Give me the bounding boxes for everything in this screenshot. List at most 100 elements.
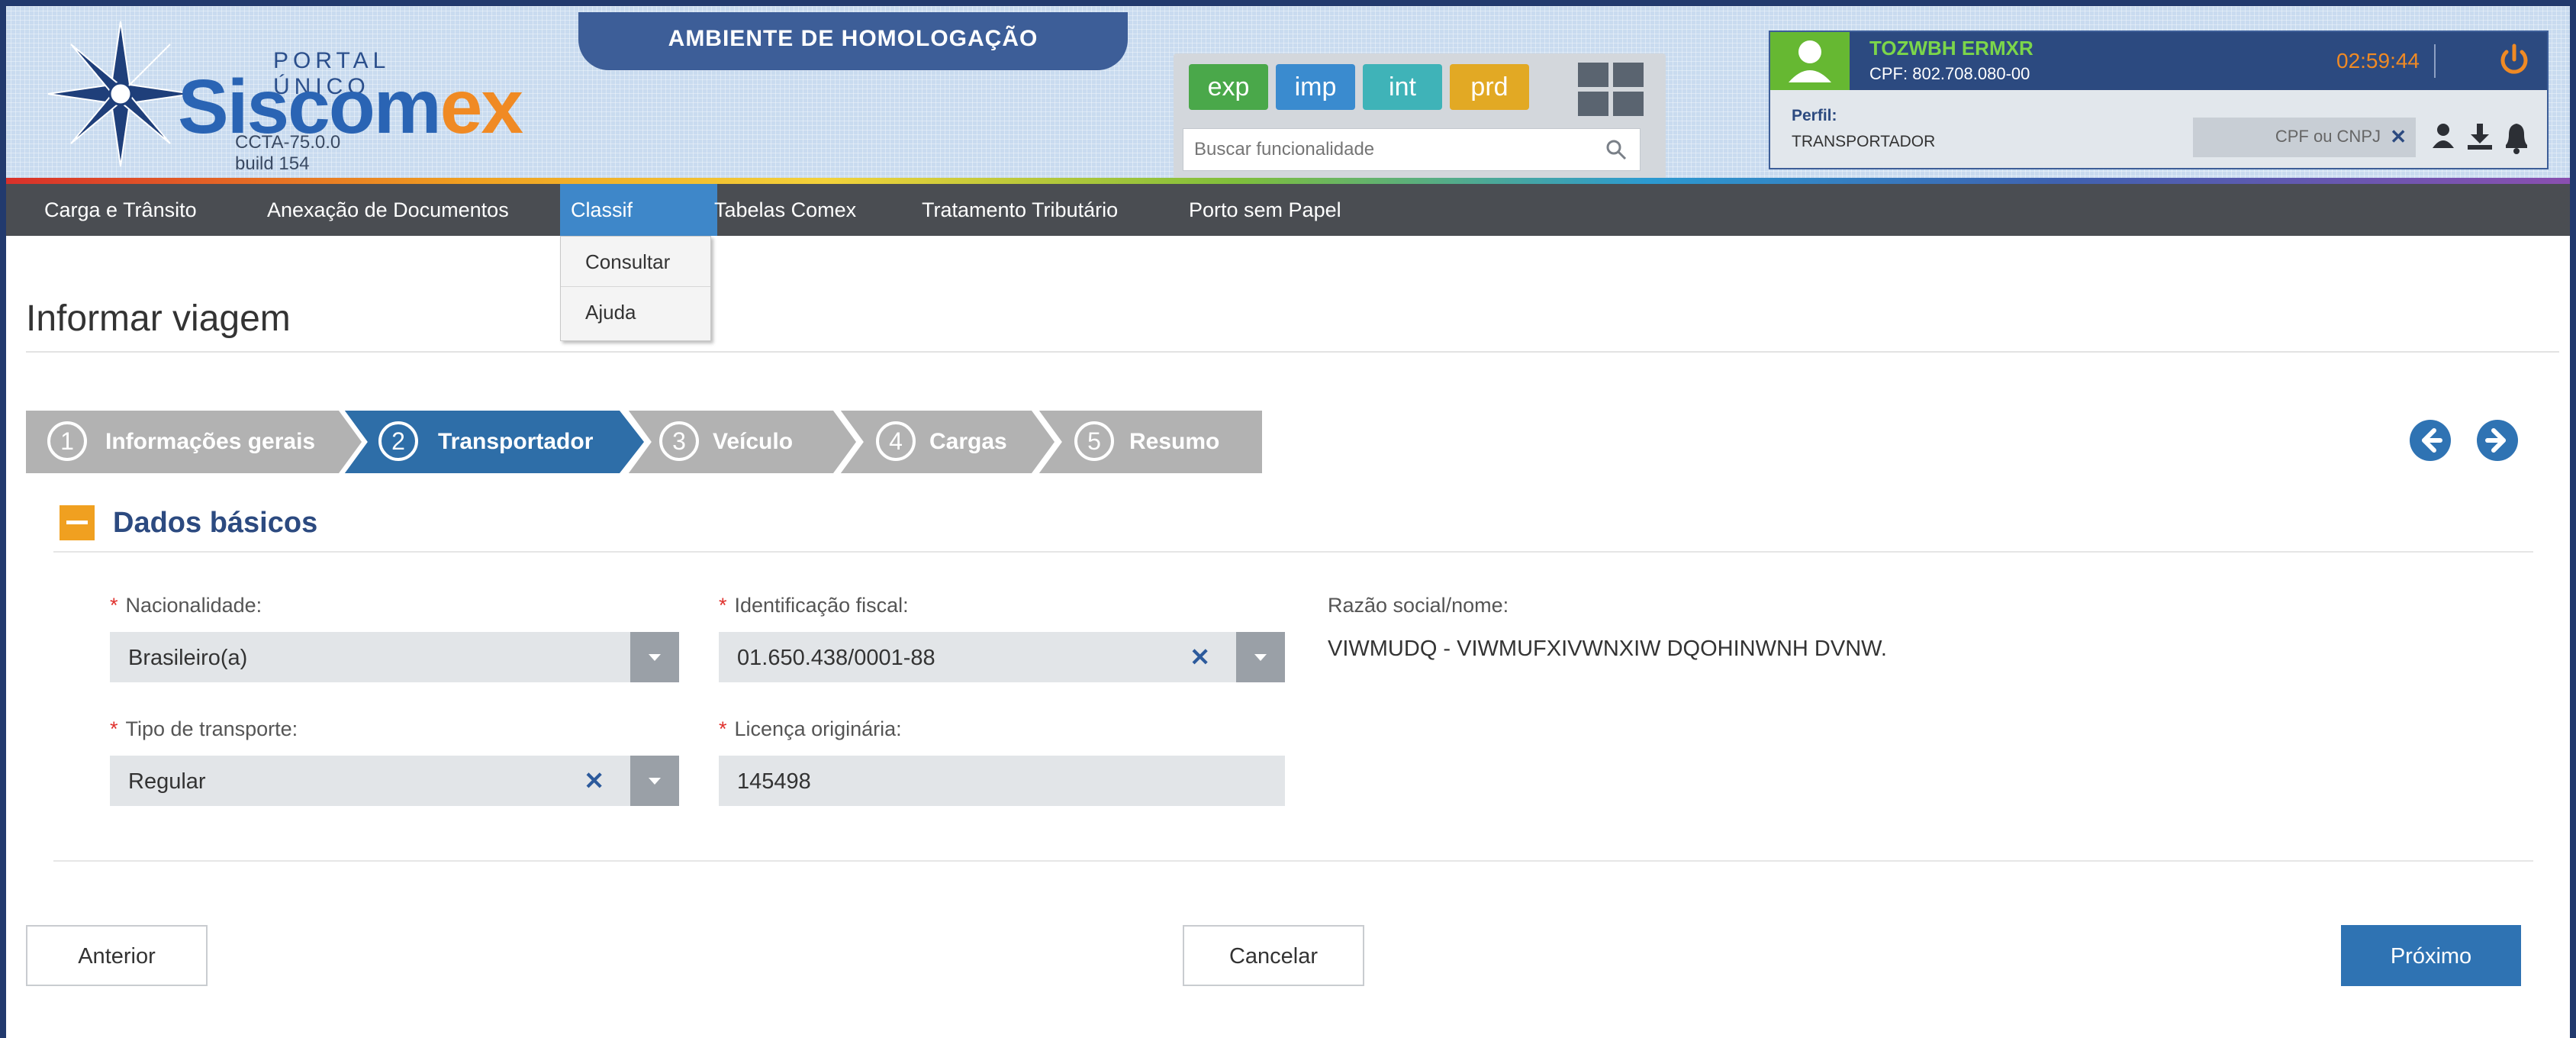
required-mark: * (110, 594, 118, 617)
cpf-cnpj-placeholder: CPF ou CNPJ (2275, 127, 2381, 146)
divider (26, 351, 2559, 353)
arrow-left-circle-icon[interactable] (2408, 418, 2452, 463)
dropdown-item-ajuda[interactable]: Ajuda (561, 287, 710, 337)
section-title: Dados básicos (113, 507, 318, 539)
version-info: CCTA-75.0.0 build 154 (235, 132, 340, 175)
tipo-transporte-select[interactable]: Regular ✕ (110, 756, 679, 806)
menu-tabelas-comex[interactable]: Tabelas Comex (704, 184, 867, 236)
color-stripe (6, 178, 2570, 184)
step-label: Veículo (713, 429, 794, 454)
next-button[interactable]: Próximo (2341, 925, 2521, 986)
apps-grid-icon[interactable] (1578, 63, 1645, 116)
environment-banner: AMBIENTE DE HOMOLOGAÇÃO (578, 12, 1128, 70)
step-number: 1 (47, 421, 87, 461)
power-icon[interactable] (2495, 41, 2533, 79)
label-text: Identificação fiscal: (734, 594, 909, 617)
step-number: 3 (659, 421, 699, 461)
nacionalidade-label: * Nacionalidade: (110, 594, 262, 617)
user-panel: TOZWBH ERMXR CPF: 802.708.080-00 02:59:4… (1769, 31, 2549, 169)
identificacao-fiscal-label: * Identificação fiscal: (719, 594, 909, 617)
env-button-exp[interactable]: exp (1189, 64, 1268, 110)
menu-tratamento-tributario[interactable]: Tratamento Tributário (911, 184, 1129, 236)
environment-panel: exp imp int prd (1174, 53, 1666, 179)
user-avatar-icon (1789, 40, 1831, 82)
step-number: 5 (1074, 421, 1114, 461)
label-text: Tipo de transporte: (125, 717, 298, 740)
step-label: Cargas (929, 429, 1007, 454)
compass-star-logo-icon (47, 21, 194, 167)
perfil-value: TRANSPORTADOR (1792, 133, 1936, 150)
select-value: Brasileiro(a) (128, 646, 248, 670)
close-icon[interactable]: ✕ (2390, 125, 2407, 149)
cancel-button[interactable]: Cancelar (1183, 925, 1364, 986)
menu-classif[interactable]: Classif (560, 184, 717, 236)
step-label: Resumo (1129, 429, 1220, 454)
search-icon[interactable] (1605, 138, 1628, 161)
session-timer: 02:59:44 (2336, 49, 2420, 73)
chevron-down-icon[interactable] (630, 756, 679, 806)
required-mark: * (110, 717, 118, 740)
wizard-step-5[interactable]: 5 Resumo (1038, 411, 1262, 473)
classif-dropdown: Consultar Ajuda (560, 236, 711, 341)
label-text: Nacionalidade: (125, 594, 262, 617)
razao-social-value: VIWMUDQ - VIWMUFXIVWNXIW DQOHINWNH DVNW. (1328, 637, 1887, 661)
user-info-bar: TOZWBH ERMXR CPF: 802.708.080-00 02:59:4… (1770, 32, 2547, 90)
env-button-int[interactable]: int (1363, 64, 1442, 110)
search-input[interactable] (1183, 129, 1580, 170)
close-icon[interactable]: ✕ (584, 766, 604, 795)
required-mark: * (719, 594, 727, 617)
tipo-transporte-label: * Tipo de transporte: (110, 717, 298, 741)
select-value: 01.650.438/0001-88 (737, 646, 935, 670)
version-label: CCTA-75.0.0 (235, 132, 341, 153)
step-label: Transportador (438, 429, 594, 454)
env-button-imp[interactable]: imp (1276, 64, 1355, 110)
arrow-right-circle-icon[interactable] (2475, 418, 2520, 463)
step-number: 2 (378, 421, 418, 461)
licenca-originaria-input[interactable]: 145498 (719, 756, 1285, 806)
menu-porto-sem-papel[interactable]: Porto sem Papel (1178, 184, 1352, 236)
close-icon[interactable]: ✕ (1190, 643, 1210, 672)
user-avatar (1770, 32, 1850, 90)
user-actions (2433, 124, 2527, 154)
chevron-down-icon[interactable] (1236, 632, 1285, 682)
licenca-originaria-label: * Licença originária: (719, 717, 902, 741)
wizard-step-4[interactable]: 4 Cargas (839, 411, 1055, 473)
razao-social-label: Razão social/nome: (1328, 594, 1509, 617)
header: PORTAL ÚNICO Siscomex CCTA-75.0.0 build … (6, 6, 2570, 179)
chevron-down-icon[interactable] (630, 632, 679, 682)
env-button-prd[interactable]: prd (1450, 64, 1529, 110)
divider (53, 860, 2533, 862)
brand-name: Siscomex (178, 63, 523, 151)
wizard-step-1[interactable]: 1 Informações gerais (26, 411, 362, 473)
user-cpf: CPF: 802.708.080-00 (1869, 64, 2030, 83)
user-name: TOZWBH ERMXR (1869, 37, 2033, 60)
bell-icon[interactable] (2506, 124, 2527, 154)
select-value: Regular (128, 769, 206, 794)
step-number: 4 (876, 421, 916, 461)
main-menu: Carga e Trânsito Anexação de Documentos … (6, 184, 2570, 236)
cpf-cnpj-input[interactable]: CPF ou CNPJ ✕ (2193, 118, 2416, 157)
brand-accent: ex (440, 64, 523, 150)
divider (53, 551, 2533, 553)
section-collapse-toggle[interactable] (60, 505, 95, 540)
input-value: 145498 (737, 769, 811, 794)
search-box (1183, 128, 1641, 171)
menu-carga-transito[interactable]: Carga e Trânsito (34, 184, 208, 236)
divider (2434, 44, 2436, 78)
wizard-step-3[interactable]: 3 Veículo (627, 411, 856, 473)
person-icon[interactable] (2433, 124, 2454, 148)
label-text: Licença originária: (734, 717, 902, 740)
previous-button[interactable]: Anterior (26, 925, 208, 986)
perfil-label: Perfil: (1792, 107, 1837, 124)
dropdown-item-consultar[interactable]: Consultar (561, 237, 710, 287)
required-mark: * (719, 717, 727, 740)
page-title: Informar viagem (26, 298, 291, 339)
identificacao-fiscal-select[interactable]: 01.650.438/0001-88 ✕ (719, 632, 1285, 682)
nacionalidade-select[interactable]: Brasileiro(a) (110, 632, 679, 682)
siscomex-logo[interactable]: PORTAL ÚNICO Siscomex CCTA-75.0.0 build … (44, 18, 523, 174)
wizard-step-2-active[interactable]: 2 Transportador (343, 411, 644, 473)
minus-icon (66, 521, 88, 524)
download-icon[interactable] (2468, 124, 2492, 150)
build-label: build 154 (235, 153, 310, 174)
menu-anexacao-documentos[interactable]: Anexação de Documentos (256, 184, 520, 236)
